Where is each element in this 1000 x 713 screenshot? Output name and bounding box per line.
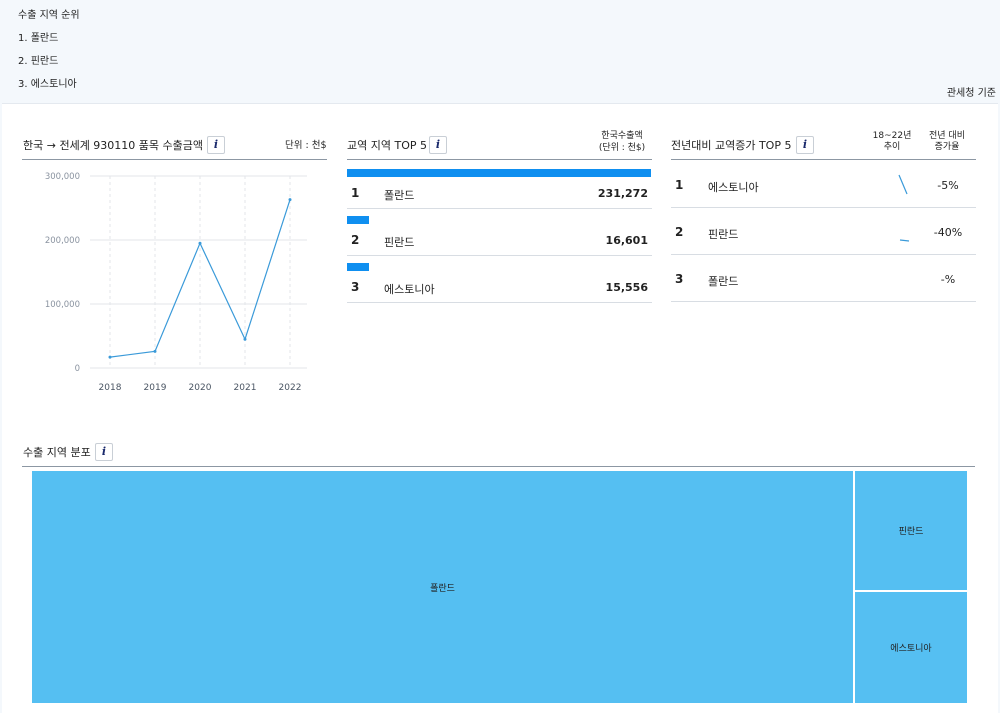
ranking-title: 수출 지역 순위 xyxy=(18,10,80,21)
y-tick-label: 0 xyxy=(75,364,80,374)
top5-value: 15,556 xyxy=(605,281,648,294)
distribution-divider xyxy=(22,466,975,467)
top5-row-divider xyxy=(347,302,652,303)
dashboard-card: 한국 → 전세계 930110 품목 수출금액 i 단위 : 천$ 0 100,0… xyxy=(2,103,998,713)
distribution-treemap: 폴란드 핀란드 에스토니아 xyxy=(31,470,968,704)
ranking-item-1[interactable]: 1. 폴란드 xyxy=(18,29,58,44)
export-unit-label: 단위 : 천$ xyxy=(285,140,327,151)
x-tick-label: 2020 xyxy=(189,383,212,393)
top5-panel-title: 교역 지역 TOP 5 xyxy=(347,139,427,152)
export-line-chart: 0 100,000 200,000 300,000 2018 2019 2020 2021 20… xyxy=(45,172,307,393)
top5-info-button[interactable]: i xyxy=(429,136,447,154)
increase-info-button[interactable]: i xyxy=(796,136,814,154)
top5-row-divider xyxy=(347,255,652,256)
increase-rank: 2 xyxy=(675,225,684,239)
data-point[interactable] xyxy=(108,355,112,359)
ranking-item-2[interactable]: 2. 핀란드 xyxy=(18,52,58,67)
top5-bar xyxy=(347,216,369,224)
increase-panel-title: 전년대비 교역증가 TOP 5 xyxy=(671,139,792,152)
increase-rate: -5% xyxy=(937,179,959,192)
top5-region-name[interactable]: 폴란드 xyxy=(384,187,414,203)
rate-col-header: 전년 대비 증가율 xyxy=(929,131,965,152)
y-tick-label: 300,000 xyxy=(45,172,80,182)
export-panel-divider xyxy=(22,159,327,160)
top-ranking-area: 수출 지역 순위 1. 폴란드 2. 핀란드 3. 에스토니아 관세청 기준 xyxy=(0,0,1000,100)
y-tick-label: 100,000 xyxy=(45,300,80,310)
increase-region-name[interactable]: 에스토니아 xyxy=(708,179,759,195)
export-panel-title: 한국 → 전세계 930110 품목 수출금액 xyxy=(23,139,204,152)
x-tick-label: 2019 xyxy=(144,383,167,393)
increase-region-name[interactable]: 폴란드 xyxy=(708,273,738,289)
increase-region-name[interactable]: 핀란드 xyxy=(708,226,738,242)
increase-row-divider xyxy=(671,207,976,208)
x-tick-label: 2018 xyxy=(99,383,122,393)
increase-rate: -% xyxy=(940,273,956,286)
y-tick-label: 200,000 xyxy=(45,236,80,246)
distribution-panel-title: 수출 지역 분포 xyxy=(23,446,91,459)
data-point[interactable] xyxy=(198,241,202,245)
increase-rate: -40% xyxy=(933,226,963,239)
data-point[interactable] xyxy=(243,337,247,341)
data-point[interactable] xyxy=(288,198,292,202)
increase-row-divider xyxy=(671,301,976,302)
treemap-cell[interactable]: 핀란드 xyxy=(854,470,968,591)
source-note: 관세청 기준 xyxy=(946,88,996,99)
sparkline-path xyxy=(899,239,910,242)
top5-col-header: 한국수출액 xyxy=(601,131,643,141)
increase-row-divider xyxy=(671,254,976,255)
treemap-cell[interactable]: 폴란드 xyxy=(31,470,854,704)
top5-divider xyxy=(347,159,652,160)
treemap-cell[interactable]: 에스토니아 xyxy=(854,591,968,704)
distribution-info-button[interactable]: i xyxy=(95,443,113,461)
trend-sparkline xyxy=(898,174,908,195)
trend-sparkline xyxy=(899,239,910,242)
top5-value: 231,272 xyxy=(597,187,648,200)
top5-bar xyxy=(347,263,369,271)
sparkline-path xyxy=(898,174,908,195)
increase-rank: 3 xyxy=(675,272,684,286)
top5-region-name[interactable]: 핀란드 xyxy=(384,234,414,250)
top5-rank: 1 xyxy=(351,186,360,200)
top5-rank: 3 xyxy=(351,280,360,294)
top5-row-divider xyxy=(347,208,652,209)
top5-bar xyxy=(347,169,651,177)
x-tick-label: 2021 xyxy=(234,383,257,393)
increase-rank: 1 xyxy=(675,178,684,192)
x-tick-label: 2022 xyxy=(279,383,302,393)
data-point[interactable] xyxy=(153,349,157,353)
top5-value: 16,601 xyxy=(605,234,648,247)
increase-divider xyxy=(671,159,976,160)
ranking-item-3[interactable]: 3. 에스토니아 xyxy=(18,75,77,90)
export-info-button[interactable]: i xyxy=(207,136,225,154)
trend-col-header: 18~22년 추이 xyxy=(872,131,912,152)
top5-rank: 2 xyxy=(351,233,360,247)
top5-region-name[interactable]: 에스토니아 xyxy=(384,281,435,297)
top5-col-unit: (단위 : 천$) xyxy=(598,143,646,153)
